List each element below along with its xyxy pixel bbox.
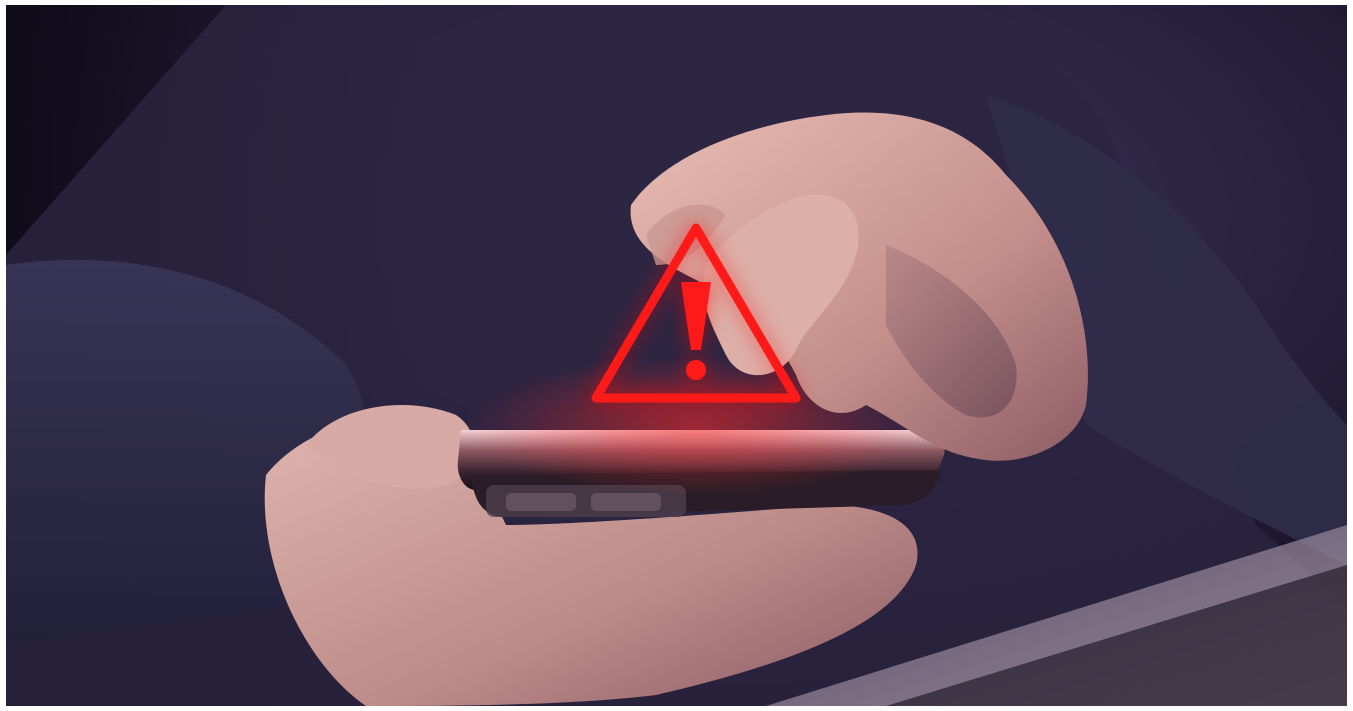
- exclamation-dot: [686, 360, 706, 380]
- warning-triangle-icon: [581, 210, 811, 420]
- photo-frame: [6, 5, 1347, 706]
- exclamation-bar: [681, 282, 711, 350]
- warning-symbol: [591, 223, 801, 403]
